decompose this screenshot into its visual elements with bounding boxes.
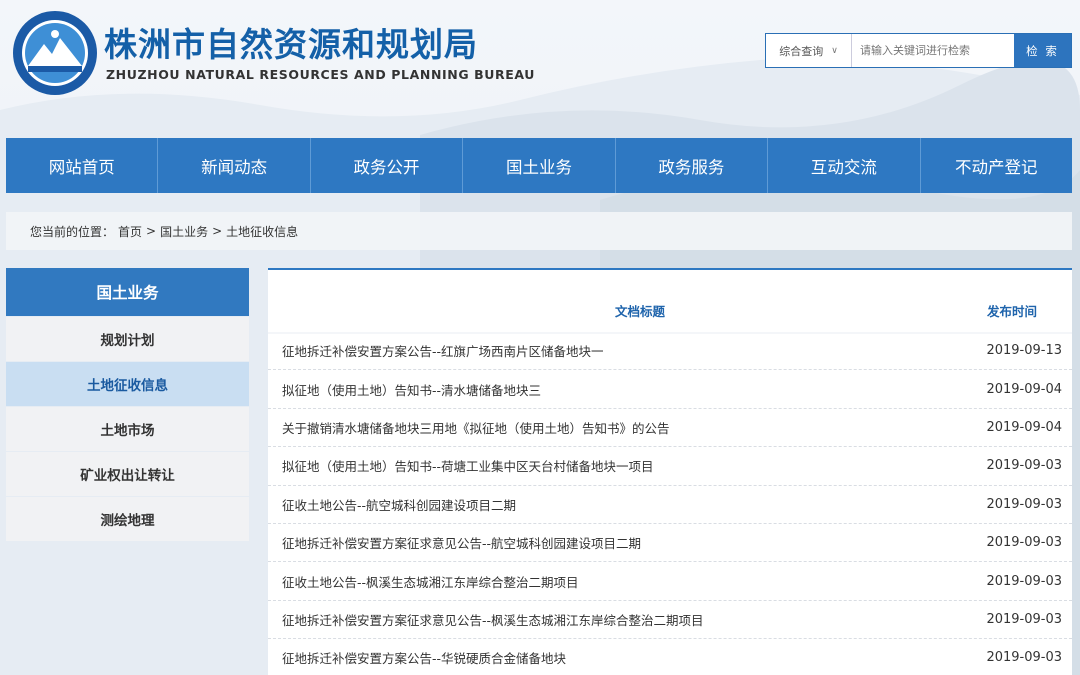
row-title-link[interactable]: 拟征地（使用土地）告知书--清水塘储备地块三 (268, 380, 972, 399)
sidebar: 国土业务 规划计划 土地征收信息 土地市场 矿业权出让转让 测绘地理 (6, 268, 249, 541)
nav-item-gov-affairs[interactable]: 政务公开 (311, 138, 464, 193)
table-row[interactable]: 征地拆迁补偿安置方案公告--红旗广场西南片区储备地块一 2019-09-13 (268, 332, 1072, 371)
row-date: 2019-09-03 (986, 573, 1062, 589)
table-row[interactable]: 拟征地（使用土地）告知书--清水塘储备地块三 2019-09-04 (268, 370, 1072, 409)
chevron-down-icon: ∨ (831, 45, 838, 56)
row-date: 2019-09-03 (986, 611, 1062, 627)
breadcrumb-separator: > (146, 224, 157, 238)
site-header: 株洲市自然资源和规划局 ZHUZHOU NATURAL RESOURCES AN… (0, 0, 1080, 138)
nav-item-property-registration[interactable]: 不动产登记 (921, 138, 1072, 193)
table-row[interactable]: 关于撤销清水塘储备地块三用地《拟征地（使用土地）告知书》的公告 2019-09-0… (268, 409, 1072, 448)
breadcrumb-item-land-business[interactable]: 国土业务 (160, 223, 208, 240)
column-header-title: 文档标题 (614, 304, 665, 319)
table-row[interactable]: 征地拆迁补偿安置方案征求意见公告--航空城科创园建设项目二期 2019-09-03 (268, 524, 1072, 563)
row-title-link[interactable]: 拟征地（使用土地）告知书--荷塘工业集中区天台村储备地块一项目 (268, 456, 972, 475)
search-button[interactable]: 检 索 (1014, 34, 1071, 67)
row-title-link[interactable]: 征地拆迁补偿安置方案公告--华锐硬质合金储备地块 (268, 648, 972, 667)
table-header: 文档标题 发布时间 (268, 270, 1072, 332)
nav-item-interaction[interactable]: 互动交流 (768, 138, 921, 193)
table-row[interactable]: 征地拆迁补偿安置方案公告--华锐硬质合金储备地块 2019-09-03 (268, 639, 1072, 675)
row-date: 2019-09-03 (986, 458, 1062, 474)
row-title-link[interactable]: 关于撤销清水塘储备地块三用地《拟征地（使用土地）告知书》的公告 (268, 418, 972, 437)
nav-item-news[interactable]: 新闻动态 (158, 138, 311, 193)
row-title-link[interactable]: 征收土地公告--航空城科创园建设项目二期 (268, 495, 972, 514)
table-row[interactable]: 征收土地公告--航空城科创园建设项目二期 2019-09-03 (268, 486, 1072, 524)
search-input[interactable] (852, 34, 1014, 67)
document-list: 文档标题 发布时间 征地拆迁补偿安置方案公告--红旗广场西南片区储备地块一 201… (268, 268, 1072, 675)
table-body: 征地拆迁补偿安置方案公告--红旗广场西南片区储备地块一 2019-09-13 拟征… (268, 332, 1072, 675)
row-title-link[interactable]: 征地拆迁补偿安置方案公告--红旗广场西南片区储备地块一 (268, 341, 972, 360)
row-date: 2019-09-04 (986, 419, 1062, 435)
sidebar-item-mining-rights[interactable]: 矿业权出让转让 (6, 452, 249, 496)
sidebar-item-surveying[interactable]: 测绘地理 (6, 497, 249, 541)
table-row[interactable]: 征收土地公告--枫溪生态城湘江东岸综合整治二期项目 2019-09-03 (268, 562, 1072, 601)
row-title-link[interactable]: 征地拆迁补偿安置方案征求意见公告--航空城科创园建设项目二期 (268, 533, 972, 552)
breadcrumb-item-home[interactable]: 首页 (118, 223, 142, 240)
site-subtitle: ZHUZHOU NATURAL RESOURCES AND PLANNING B… (106, 67, 536, 82)
sidebar-item-land-market[interactable]: 土地市场 (6, 407, 249, 451)
row-title-link[interactable]: 征收土地公告--枫溪生态城湘江东岸综合整治二期项目 (268, 572, 972, 591)
search-scope-select[interactable]: 综合查询 ∨ (766, 34, 852, 67)
search-bar: 综合查询 ∨ 检 索 (765, 33, 1072, 68)
row-date: 2019-09-13 (986, 343, 1062, 359)
row-date: 2019-09-03 (986, 496, 1062, 512)
table-row[interactable]: 拟征地（使用土地）告知书--荷塘工业集中区天台村储备地块一项目 2019-09-0… (268, 447, 1072, 486)
sidebar-item-planning[interactable]: 规划计划 (6, 317, 249, 361)
row-date: 2019-09-03 (986, 650, 1062, 666)
sidebar-item-land-expropriation[interactable]: 土地征收信息 (6, 362, 249, 406)
row-date: 2019-09-04 (986, 381, 1062, 397)
nav-item-land-business[interactable]: 国土业务 (463, 138, 616, 193)
main-nav: 网站首页 新闻动态 政务公开 国土业务 政务服务 互动交流 不动产登记 (6, 138, 1072, 193)
breadcrumb-separator: > (212, 224, 223, 238)
row-title-link[interactable]: 征地拆迁补偿安置方案征求意见公告--枫溪生态城湘江东岸综合整治二期项目 (268, 610, 972, 629)
bureau-emblem-icon[interactable] (12, 10, 98, 96)
column-header-date: 发布时间 (986, 304, 1037, 319)
breadcrumb: 您当前的位置： 首页 > 国土业务 > 土地征收信息 (6, 212, 1072, 250)
site-title: 株洲市自然资源和规划局 (104, 25, 478, 64)
nav-item-gov-services[interactable]: 政务服务 (616, 138, 769, 193)
search-scope-label: 综合查询 (779, 44, 824, 58)
breadcrumb-prefix: 您当前的位置： (30, 224, 115, 239)
sidebar-heading: 国土业务 (6, 268, 249, 316)
nav-item-home[interactable]: 网站首页 (6, 138, 159, 193)
row-date: 2019-09-03 (986, 535, 1062, 551)
breadcrumb-item-current[interactable]: 土地征收信息 (226, 223, 298, 240)
table-row[interactable]: 征地拆迁补偿安置方案征求意见公告--枫溪生态城湘江东岸综合整治二期项目 2019-… (268, 601, 1072, 640)
